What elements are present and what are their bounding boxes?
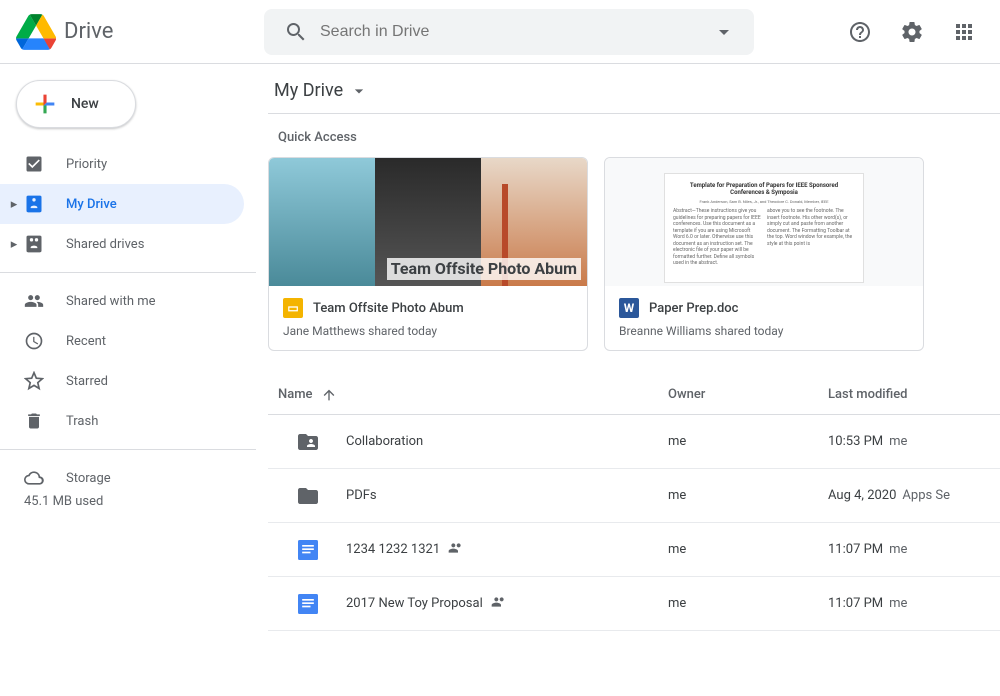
file-row[interactable]: 2017 New Toy Proposal me11:07 PMme bbox=[268, 577, 1000, 631]
word-icon: W bbox=[619, 298, 639, 318]
file-type-icon bbox=[296, 430, 320, 454]
quick-access-card[interactable]: Team Offsite Photo Abum ▭ Team Offsite P… bbox=[268, 157, 588, 351]
qa-subtitle: Jane Matthews shared today bbox=[283, 324, 573, 338]
shared-icon bbox=[448, 540, 464, 560]
quick-access-label: Quick Access bbox=[268, 130, 1000, 145]
sidebar-item-label: My Drive bbox=[66, 197, 117, 212]
sidebar-item-label: Shared drives bbox=[66, 237, 144, 252]
header: Drive bbox=[0, 0, 1000, 64]
recent-icon bbox=[24, 331, 48, 351]
breadcrumb-label: My Drive bbox=[274, 80, 343, 101]
quick-access-card[interactable]: Template for Preparation of Papers for I… bbox=[604, 157, 924, 351]
sidebar-item-recent[interactable]: Recent bbox=[0, 321, 256, 361]
qa-subtitle: Breanne Williams shared today bbox=[619, 324, 909, 338]
shared-icon bbox=[491, 594, 507, 614]
column-name[interactable]: Name bbox=[268, 387, 668, 403]
search-bar[interactable] bbox=[264, 9, 754, 55]
drive-logo-icon bbox=[16, 12, 56, 52]
file-name: 2017 New Toy Proposal bbox=[346, 594, 668, 614]
divider bbox=[0, 272, 256, 273]
file-table: Name Owner Last modified Collaborationme… bbox=[268, 375, 1000, 631]
breadcrumb[interactable]: My Drive bbox=[268, 80, 1000, 101]
expand-icon[interactable]: ▸ bbox=[8, 197, 20, 212]
file-name: Collaboration bbox=[346, 434, 668, 449]
sidebar-item-label: Starred bbox=[66, 374, 108, 389]
search-options-icon[interactable] bbox=[712, 20, 736, 44]
quick-access-row: Team Offsite Photo Abum ▭ Team Offsite P… bbox=[268, 157, 1000, 351]
file-owner: me bbox=[668, 542, 828, 557]
sidebar-item-trash[interactable]: Trash bbox=[0, 401, 256, 441]
column-owner[interactable]: Owner bbox=[668, 387, 828, 402]
shared-with-me-icon bbox=[24, 291, 48, 311]
file-row[interactable]: Collaborationme10:53 PMme bbox=[268, 415, 1000, 469]
search-input[interactable] bbox=[320, 23, 702, 41]
sidebar-item-storage[interactable]: Storage bbox=[0, 458, 256, 498]
sidebar-item-label: Recent bbox=[66, 334, 106, 349]
file-modified: Aug 4, 2020Apps Se bbox=[828, 488, 1000, 503]
file-owner: me bbox=[668, 434, 828, 449]
expand-icon[interactable]: ▸ bbox=[8, 237, 20, 252]
content: My Drive Quick Access Team Offsite Photo… bbox=[256, 64, 1000, 696]
header-actions bbox=[840, 12, 984, 52]
file-modified: 10:53 PMme bbox=[828, 434, 1000, 449]
storage-label: Storage bbox=[66, 471, 111, 486]
thumbnail: Template for Preparation of Papers for I… bbox=[605, 158, 923, 286]
app-name: Drive bbox=[64, 19, 113, 44]
sidebar-item-shared-with-me[interactable]: Shared with me bbox=[0, 281, 256, 321]
sidebar-item-starred[interactable]: Starred bbox=[0, 361, 256, 401]
file-row[interactable]: PDFsmeAug 4, 2020Apps Se bbox=[268, 469, 1000, 523]
sort-up-icon bbox=[321, 387, 337, 403]
thumbnail: Team Offsite Photo Abum bbox=[269, 158, 587, 286]
thumb-text: Team Offsite Photo Abum bbox=[387, 258, 581, 280]
new-label: New bbox=[71, 96, 99, 112]
shared-drives-icon bbox=[24, 234, 48, 254]
priority-icon bbox=[24, 154, 48, 174]
sidebar-item-shared-drives[interactable]: ▸ Shared drives bbox=[0, 224, 256, 264]
starred-icon bbox=[24, 371, 48, 391]
file-type-icon bbox=[296, 592, 320, 616]
file-table-header: Name Owner Last modified bbox=[268, 375, 1000, 415]
file-owner: me bbox=[668, 596, 828, 611]
qa-title: Team Offsite Photo Abum bbox=[313, 301, 464, 316]
my-drive-icon bbox=[24, 194, 48, 214]
chevron-down-icon bbox=[349, 81, 369, 101]
storage-used: 45.1 MB used bbox=[0, 494, 256, 509]
file-owner: me bbox=[668, 488, 828, 503]
trash-icon bbox=[24, 411, 48, 431]
logo-area[interactable]: Drive bbox=[16, 12, 264, 52]
sidebar: New Priority ▸ My Drive ▸ Shared drives … bbox=[0, 64, 256, 696]
file-name: PDFs bbox=[346, 488, 668, 503]
file-name: 1234 1232 1321 bbox=[346, 540, 668, 560]
apps-grid-icon bbox=[952, 20, 976, 44]
new-button[interactable]: New bbox=[16, 80, 136, 128]
sidebar-item-priority[interactable]: Priority bbox=[0, 144, 256, 184]
file-type-icon bbox=[296, 484, 320, 508]
settings-button[interactable] bbox=[892, 12, 932, 52]
divider bbox=[0, 449, 256, 450]
column-modified[interactable]: Last modified bbox=[828, 387, 1000, 402]
plus-icon bbox=[31, 90, 59, 118]
help-icon bbox=[848, 20, 872, 44]
search-icon bbox=[284, 20, 308, 44]
apps-button[interactable] bbox=[944, 12, 984, 52]
slides-icon: ▭ bbox=[283, 298, 303, 318]
cloud-icon bbox=[24, 468, 48, 488]
file-type-icon bbox=[296, 538, 320, 562]
help-button[interactable] bbox=[840, 12, 880, 52]
gear-icon bbox=[900, 20, 924, 44]
main: New Priority ▸ My Drive ▸ Shared drives … bbox=[0, 64, 1000, 696]
qa-title: Paper Prep.doc bbox=[649, 301, 738, 316]
sidebar-item-label: Trash bbox=[66, 414, 98, 429]
file-modified: 11:07 PMme bbox=[828, 542, 1000, 557]
sidebar-item-label: Priority bbox=[66, 157, 107, 172]
sidebar-item-label: Shared with me bbox=[66, 294, 156, 309]
divider bbox=[268, 113, 1000, 114]
file-row[interactable]: 1234 1232 1321 me11:07 PMme bbox=[268, 523, 1000, 577]
sidebar-item-my-drive[interactable]: ▸ My Drive bbox=[0, 184, 244, 224]
file-modified: 11:07 PMme bbox=[828, 596, 1000, 611]
